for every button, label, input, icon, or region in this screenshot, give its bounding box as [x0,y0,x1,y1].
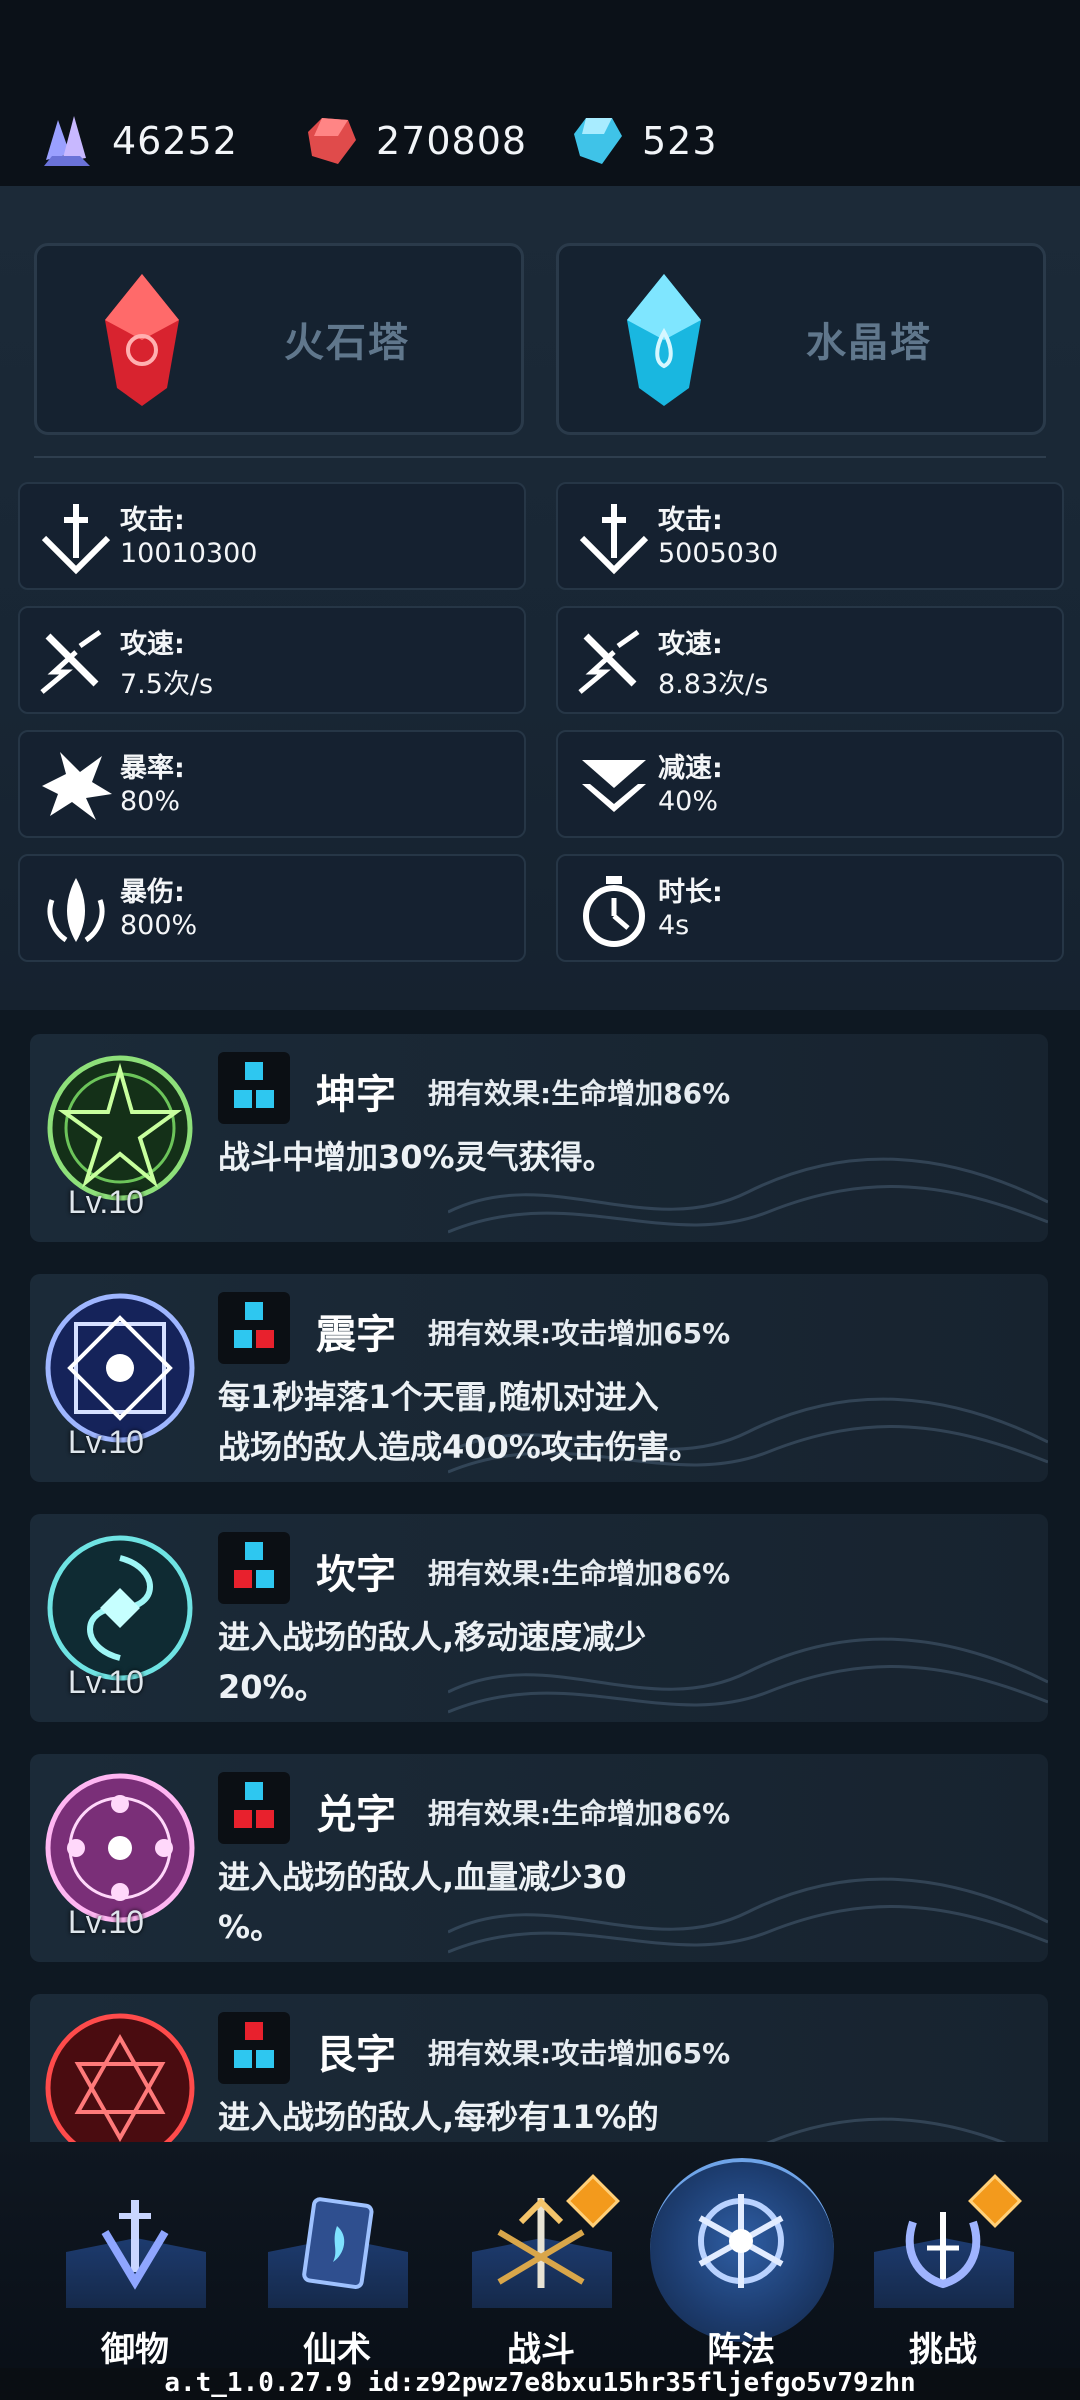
nav-label: 挑战 [909,2330,977,2370]
version-id-text: a.t_1.0.27.9 id:z92pwz7e8bxu15hr35fljefg… [0,2368,1080,2400]
currency-diamond: 523 [566,96,718,186]
purple-crystal-icon [44,116,90,166]
stat-left-attack-speed: 攻速: 7.5次/s [18,606,526,714]
formation-effect: 拥有效果:攻击增加65% [428,2037,731,2070]
stat-right-attack: 攻击: 5005030 [556,482,1064,590]
nav-zhenfa-active[interactable]: 阵法 [650,2142,834,2370]
currency-red-gem-value: 270808 [376,119,528,163]
formation-title: 震字 [316,1312,396,1358]
stat-label: 暴率: [120,753,185,784]
bottom-nav: 御物 仙术 战斗 阵法 挑战 [0,2142,1080,2370]
stat-value: 4s [658,910,690,941]
formation-effect: 拥有效果:攻击增加65% [428,1317,731,1350]
formation-level: Lv.10 [68,1664,144,1700]
water-crystal-icon [627,274,701,406]
trigram-zhen-icon [218,1292,290,1364]
stat-left-crit-rate: 暴率: 80% [18,730,526,838]
nav-label: 御物 [101,2330,169,2370]
formation-title: 坤字 [316,1072,396,1118]
formation-desc: 进入战场的敌人,移动速度减少 20%。 [218,1618,647,1706]
stat-left-crit-damage: 暴伤: 800% [18,854,526,962]
sword-guard-icon [101,2200,169,2290]
stat-label: 攻击: [120,505,185,536]
fire-stone-crystal-icon [105,274,179,406]
stat-value: 800% [120,910,198,941]
formation-level: Lv.10 [68,1904,144,1940]
stat-right-duration: 时长: 4s [556,854,1064,962]
nav-label: 仙术 [303,2330,371,2370]
nav-label: 阵法 [707,2330,775,2370]
trigram-kan-icon [218,1532,290,1604]
stat-left-attack: 攻击: 10010300 [18,482,526,590]
formation-desc: 进入战场的敌人,每秒有11%的 [218,2098,659,2136]
nav-label: 战斗 [507,2330,575,2370]
fire-stone-tower-label: 火石塔 [284,320,410,366]
stat-value: 5005030 [658,538,779,569]
stat-right-attack-speed: 攻速: 8.83次/s [556,606,1064,714]
formation-level: Lv.10 [68,1424,144,1460]
stat-value: 10010300 [120,538,258,569]
formation-title: 坎字 [316,1552,396,1598]
spell-card-icon [302,2197,374,2289]
stat-value: 40% [658,786,719,817]
red-gem-icon [308,118,356,164]
stat-label: 时长: [658,877,723,908]
trigram-kun-icon [218,1052,290,1124]
blue-diamond-icon [574,118,622,164]
nav-zhandou[interactable]: 战斗 [456,2142,626,2370]
trigram-gen-icon [218,2012,290,2084]
currency-bar: 46252 270808 523 [0,0,1080,186]
sword-attack-icon [41,504,111,575]
formation-level: Lv.10 [68,1184,144,1220]
formation-card-gen[interactable]: 艮字 拥有效果:攻击增加65% 进入战场的敌人,每秒有11%的 [30,1994,1048,2142]
stopwatch-icon [583,876,645,947]
slow-down-icon [582,760,646,812]
crit-rate-icon [42,752,112,820]
nav-xianshu[interactable]: 仙术 [252,2142,422,2370]
stat-label: 减速: [658,753,723,784]
water-crystal-tower-label: 水晶塔 [806,320,932,366]
stat-right-slow: 减速: 40% [556,730,1064,838]
formation-desc: 进入战场的敌人,血量减少30 %。 [218,1858,627,1946]
currency-crystal-value: 46252 [112,119,238,163]
stat-label: 暴伤: [120,877,185,908]
formation-effect: 拥有效果:生命增加86% [428,1077,731,1110]
formation-card-kun[interactable]: Lv.10 坤字 拥有效果:生命增加86% 战斗中增加30%灵气获得。 [30,1034,1048,1242]
formation-card-zhen[interactable]: Lv.10 震字 拥有效果:攻击增加65% 每1秒掉落1个天雷,随机对进入 战场… [30,1274,1048,1482]
formation-list[interactable]: Lv.10 坤字 拥有效果:生命增加86% 战斗中增加30%灵气获得。 Lv.1… [0,1010,1080,2142]
formation-card-dui[interactable]: Lv.10 兑字 拥有效果:生命增加86% 进入战场的敌人,血量减少30 %。 [30,1754,1048,1962]
formation-title: 兑字 [316,1792,396,1838]
stat-label: 攻速: [120,629,185,660]
water-crystal-tower-button[interactable]: 水晶塔 [556,243,1046,435]
stat-value: 80% [120,786,181,817]
panel-divider [34,456,1046,458]
nav-tiaozhan[interactable]: 挑战 [858,2142,1028,2370]
currency-red-gem: 270808 [300,96,527,186]
currency-diamond-value: 523 [642,119,718,163]
attack-speed-icon [40,629,102,694]
formation-card-kan[interactable]: Lv.10 坎字 拥有效果:生命增加86% 进入战场的敌人,移动速度减少 20%… [30,1514,1048,1722]
formation-effect: 拥有效果:生命增加86% [428,1557,731,1590]
sword-attack-icon [579,504,649,575]
stat-value: 7.5次/s [120,669,214,700]
formation-desc: 战斗中增加30%灵气获得。 [218,1138,615,1176]
stat-label: 攻击: [658,505,723,536]
formation-snowflake-icon [698,2194,784,2288]
fire-stone-tower-button[interactable]: 火石塔 [34,243,524,435]
crit-damage-icon [47,878,105,943]
stat-label: 攻速: [658,629,723,660]
formation-effect: 拥有效果:生命增加86% [428,1797,731,1830]
stat-value: 8.83次/s [658,669,769,700]
formation-title: 艮字 [316,2032,396,2078]
red-hexagram-seal-icon [45,2013,195,2142]
nav-yuwu[interactable]: 御物 [50,2142,220,2370]
currency-crystal: 46252 [36,96,238,186]
attack-speed-icon [578,629,640,694]
formation-desc: 每1秒掉落1个天雷,随机对进入 战场的敌人造成400%攻击伤害。 [218,1378,701,1466]
trigram-dui-icon [218,1772,290,1844]
